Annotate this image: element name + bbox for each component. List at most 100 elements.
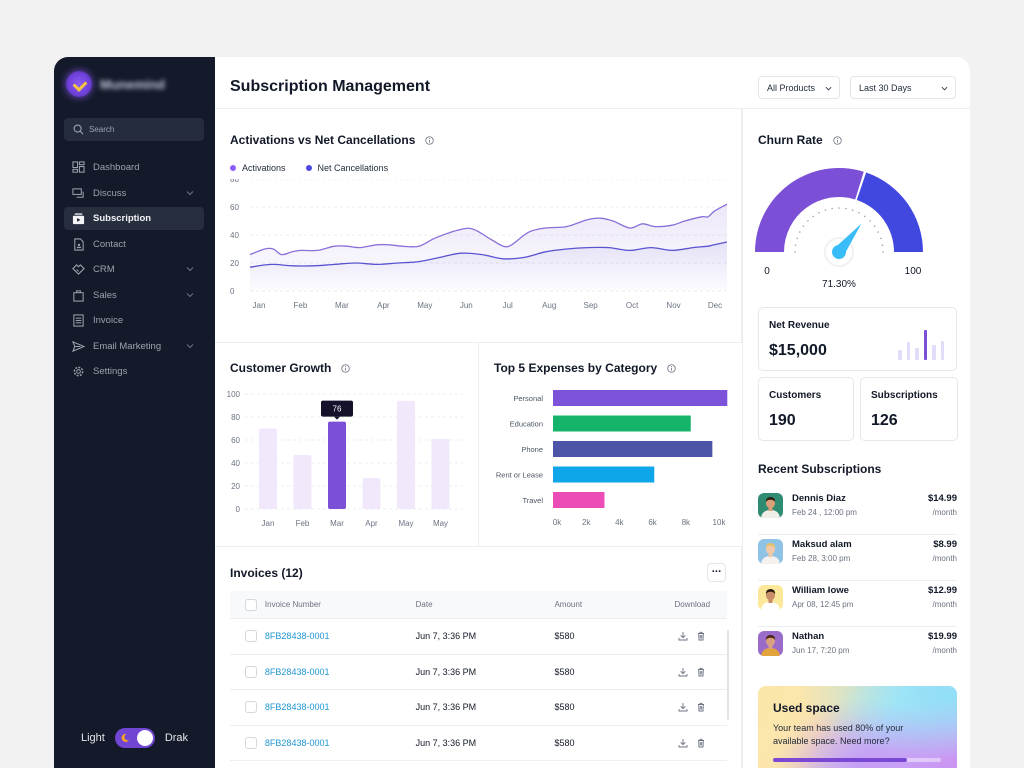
chevron-down-icon[interactable]: [186, 265, 194, 273]
expenses-panel: Top 5 Expenses by Category Personal Educa…: [479, 343, 742, 547]
x-tick-label: Feb: [296, 519, 310, 528]
list-item[interactable]: William lowe Apr 08, 12:45 pm $12.99/month: [758, 581, 957, 627]
date-filter-select[interactable]: Last 30 Days: [850, 76, 956, 99]
activations-title-text: Activations vs Net Cancellations: [230, 133, 416, 147]
download-icon[interactable]: [678, 631, 688, 641]
bar-feb: [293, 454, 312, 509]
info-icon[interactable]: [667, 363, 676, 373]
subscriptions-card[interactable]: Subscriptions 126: [860, 377, 958, 441]
product-filter-select[interactable]: All Products: [758, 76, 840, 99]
expenses-chart: Personal Education Phone Rent or Lease Trave…: [496, 390, 728, 527]
theme-switch[interactable]: [114, 728, 155, 748]
table-header: Invoice Number Date Amount Download: [230, 591, 727, 619]
sidebar-item-label: Subscription: [93, 213, 152, 224]
y-tick-label: 80: [230, 179, 239, 184]
sidebar-item-label: Settings: [93, 366, 128, 377]
bar-phone: [553, 441, 713, 457]
recent-subscriptions-title: Recent Subscriptions: [758, 462, 882, 476]
list-item[interactable]: Maksud alam Feb 28, 3:00 pm $8.99/month: [758, 535, 957, 581]
column-header-invoice-number[interactable]: Invoice Number: [265, 600, 416, 609]
sidebar-item-invoice[interactable]: Invoice: [64, 309, 204, 332]
info-icon[interactable]: [832, 135, 842, 145]
invoice-amount: $580: [554, 737, 575, 748]
legend-label: Net Cancellations: [317, 163, 389, 173]
net-revenue-label: Net Revenue: [769, 320, 830, 331]
table-row: 8FB28438-0001 Jun 7, 3:36 PM $580: [230, 655, 727, 690]
info-icon[interactable]: [341, 363, 351, 373]
chevron-down-icon: [941, 86, 948, 91]
used-space-card[interactable]: Used space Your team has used 80% of you…: [758, 686, 957, 768]
invoice-date: Jun 7, 3:36 PM: [415, 631, 477, 642]
sparkline-bar: [932, 345, 936, 360]
chevron-down-icon[interactable]: [186, 291, 194, 299]
more-options-button[interactable]: ···: [707, 563, 726, 582]
trash-icon[interactable]: [696, 631, 706, 641]
customer-growth-title-text: Customer Growth: [230, 361, 332, 375]
logo[interactable]: Munemind: [66, 71, 165, 97]
x-tick-label: Nov: [666, 301, 680, 310]
chevron-down-icon[interactable]: [186, 189, 194, 197]
category-label: Education: [510, 420, 543, 429]
y-tick-label: 0: [230, 287, 235, 296]
table-scrollbar[interactable]: [727, 630, 729, 720]
used-space-progress-fill: [773, 758, 908, 762]
download-icon[interactable]: [678, 667, 688, 677]
sidebar-item-settings[interactable]: Settings: [64, 360, 204, 383]
list-item[interactable]: Dennis Diaz Feb 24 , 12:00 pm $14.99/month: [758, 489, 957, 535]
trash-icon[interactable]: [696, 702, 706, 712]
gauge-tick: [864, 215, 866, 218]
y-tick-label: 40: [230, 231, 239, 240]
x-tick-label: 10k: [713, 518, 727, 527]
select-all-checkbox[interactable]: [245, 598, 257, 611]
trash-icon[interactable]: [696, 667, 706, 677]
logo-icon: [66, 71, 92, 97]
x-tick-label: May: [433, 519, 448, 528]
column-header-amount[interactable]: Amount: [554, 600, 657, 609]
row-checkbox[interactable]: [245, 630, 257, 643]
net-revenue-sparkline: [898, 328, 944, 360]
chevron-down-icon[interactable]: [186, 342, 194, 350]
row-checkbox[interactable]: [245, 701, 257, 714]
category-label: Phone: [521, 445, 543, 454]
invoice-number-link[interactable]: 8FB28438-0001: [265, 702, 416, 712]
invoice-number-link[interactable]: 8FB28438-0001: [265, 738, 416, 748]
search-input[interactable]: [89, 125, 199, 134]
gauge-tick: [796, 237, 798, 240]
legend-dot: [230, 164, 236, 171]
light-label: Light: [80, 732, 105, 744]
info-icon[interactable]: [425, 135, 435, 145]
sidebar-item-subscription[interactable]: Subscription: [64, 207, 204, 230]
tooltip-pointer: [334, 416, 340, 420]
used-space-progress: [773, 758, 941, 762]
churn-rate-title: Churn Rate: [758, 133, 842, 147]
sidebar-item-dashboard[interactable]: Dashboard: [64, 156, 204, 179]
avatar: [758, 631, 783, 656]
sidebar-item-discuss[interactable]: Discuss: [64, 182, 204, 205]
invoice-actions: [658, 702, 727, 712]
net-revenue-card[interactable]: Net Revenue $15,000: [758, 307, 957, 371]
column-header-date[interactable]: Date: [416, 600, 555, 609]
row-checkbox[interactable]: [245, 665, 257, 678]
invoice-number-link[interactable]: 8FB28438-0001: [265, 631, 416, 641]
customers-card[interactable]: Customers 190: [758, 377, 854, 441]
y-tick-label: 60: [230, 203, 239, 212]
trash-icon[interactable]: [696, 738, 706, 748]
sidebar-item-label: Sales: [93, 289, 117, 301]
download-icon[interactable]: [678, 702, 688, 712]
used-space-title: Used space: [773, 701, 840, 715]
subscriptions-value: 126: [871, 412, 898, 429]
sidebar-item-crm[interactable]: CRM: [64, 258, 204, 281]
sidebar-item-contact[interactable]: Contact: [64, 233, 204, 256]
subscriber-name: Nathan: [792, 631, 825, 642]
sidebar-item-sales[interactable]: Sales: [64, 284, 204, 307]
download-icon[interactable]: [678, 738, 688, 748]
x-tick-label: Jan: [262, 519, 275, 528]
list-item[interactable]: Nathan Jun 17, 7:20 pm $19.99/month: [758, 627, 957, 673]
sparkline-bar: [906, 342, 910, 360]
invoice-amount: $580: [554, 631, 575, 642]
invoice-number-link[interactable]: 8FB28438-0001: [265, 667, 416, 677]
row-checkbox[interactable]: [245, 736, 257, 749]
sidebar-search[interactable]: [64, 118, 204, 141]
bar-may: [431, 438, 450, 509]
sidebar-item-email-marketing[interactable]: Email Marketing: [64, 335, 204, 358]
